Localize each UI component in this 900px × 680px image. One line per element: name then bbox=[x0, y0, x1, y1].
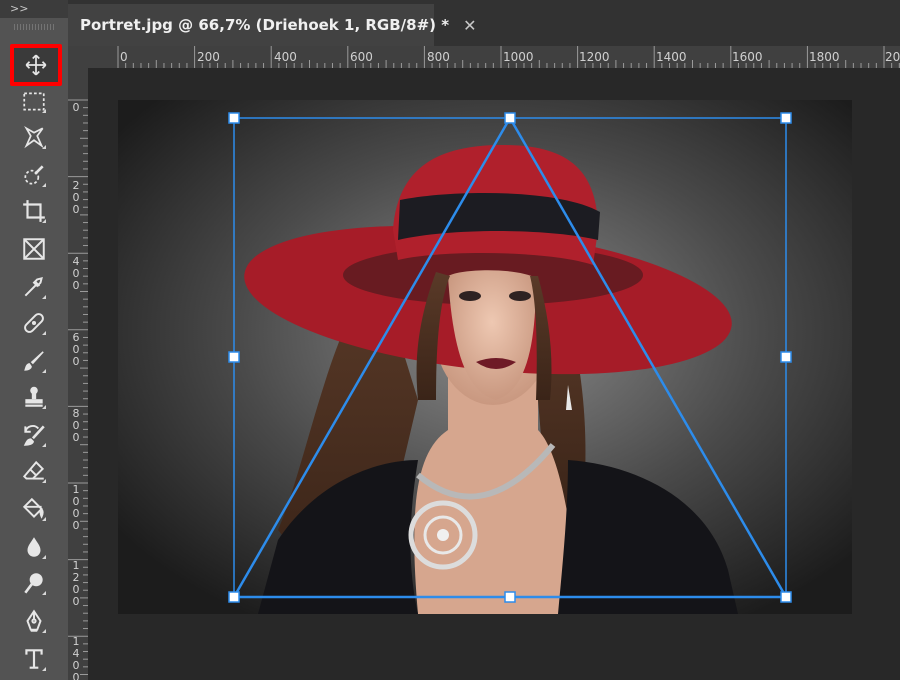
ruler-label: 600 bbox=[350, 50, 373, 64]
move-icon bbox=[25, 54, 47, 76]
ruler-label: 0 bbox=[72, 101, 80, 114]
transform-handle-bottom-right[interactable] bbox=[780, 591, 792, 603]
brush-tool-button[interactable] bbox=[12, 344, 56, 378]
dodge-tool-button[interactable] bbox=[12, 566, 56, 600]
ruler-label: 20 bbox=[885, 50, 900, 64]
frame-icon bbox=[23, 238, 45, 260]
transform-handle-top-right[interactable] bbox=[780, 112, 792, 124]
ruler-label: 400 bbox=[72, 255, 80, 292]
pen-tool-button[interactable] bbox=[12, 604, 56, 638]
ruler-label: 1000 bbox=[503, 50, 534, 64]
ruler-label: 200 bbox=[197, 50, 220, 64]
ruler-label: 1200 bbox=[72, 559, 80, 608]
document-tab-bar: Portret.jpg @ 66,7% (Driehoek 1, RGB/8#)… bbox=[68, 0, 900, 46]
blur-tool-button[interactable] bbox=[12, 530, 56, 564]
ruler-label: 1400 bbox=[656, 50, 687, 64]
crop-tool-button[interactable] bbox=[12, 194, 56, 228]
eyedropper-tool-button[interactable] bbox=[12, 270, 56, 304]
bounding-box bbox=[233, 117, 787, 598]
transform-overlay bbox=[228, 112, 792, 603]
ruler-label: 600 bbox=[72, 331, 80, 368]
ruler-label: 0 bbox=[120, 50, 128, 64]
eraser-tool-button[interactable] bbox=[12, 454, 56, 488]
ruler-label: 1600 bbox=[732, 50, 763, 64]
quick-selection-tool-button[interactable] bbox=[12, 158, 56, 192]
transform-handle-top-center[interactable] bbox=[504, 112, 516, 124]
paint-bucket-tool-button[interactable] bbox=[12, 492, 56, 526]
canvas-area[interactable] bbox=[88, 68, 900, 680]
ruler-label: 1800 bbox=[809, 50, 840, 64]
transform-handle-middle-left[interactable] bbox=[228, 351, 240, 363]
type-tool-button[interactable] bbox=[12, 642, 56, 676]
transform-handle-bottom-left[interactable] bbox=[228, 591, 240, 603]
ruler-label: 1200 bbox=[579, 50, 610, 64]
toolbar-collapse-button[interactable]: >> bbox=[0, 0, 68, 18]
ruler-label: 1400 bbox=[72, 635, 80, 680]
document-tab[interactable]: Portret.jpg @ 66,7% (Driehoek 1, RGB/8#)… bbox=[68, 4, 476, 46]
ruler-label: 800 bbox=[427, 50, 450, 64]
ruler-label: 400 bbox=[274, 50, 297, 64]
ruler-label: 800 bbox=[72, 407, 80, 444]
transform-handle-bottom-center[interactable] bbox=[504, 591, 516, 603]
ruler-origin[interactable] bbox=[68, 46, 88, 68]
move-tool-button[interactable] bbox=[10, 44, 62, 86]
document-tab-title: Portret.jpg @ 66,7% (Driehoek 1, RGB/8#)… bbox=[80, 16, 450, 34]
clone-stamp-tool-button[interactable] bbox=[12, 380, 56, 414]
healing-brush-tool-button[interactable] bbox=[12, 306, 56, 340]
lasso-tool-button[interactable] bbox=[12, 120, 56, 154]
triangle-shape[interactable] bbox=[231, 115, 789, 599]
ruler-label: 200 bbox=[72, 179, 80, 216]
history-brush-tool-button[interactable] bbox=[12, 418, 56, 452]
frame-tool-button[interactable] bbox=[12, 232, 56, 266]
transform-handle-middle-right[interactable] bbox=[780, 351, 792, 363]
ruler-label: 1000 bbox=[72, 483, 80, 532]
horizontal-ruler[interactable]: 0 200 400 600 800 1000 1200 1400 1600 18… bbox=[88, 46, 900, 68]
transform-handle-top-left[interactable] bbox=[228, 112, 240, 124]
toolbar-grip[interactable] bbox=[14, 24, 54, 30]
vertical-ruler[interactable]: 0 200 400 600 800 1000 1200 1400 bbox=[68, 68, 88, 680]
close-icon[interactable]: ✕ bbox=[463, 16, 476, 35]
tools-panel: >> bbox=[0, 0, 68, 680]
rectangular-marquee-tool-button[interactable] bbox=[12, 84, 56, 118]
